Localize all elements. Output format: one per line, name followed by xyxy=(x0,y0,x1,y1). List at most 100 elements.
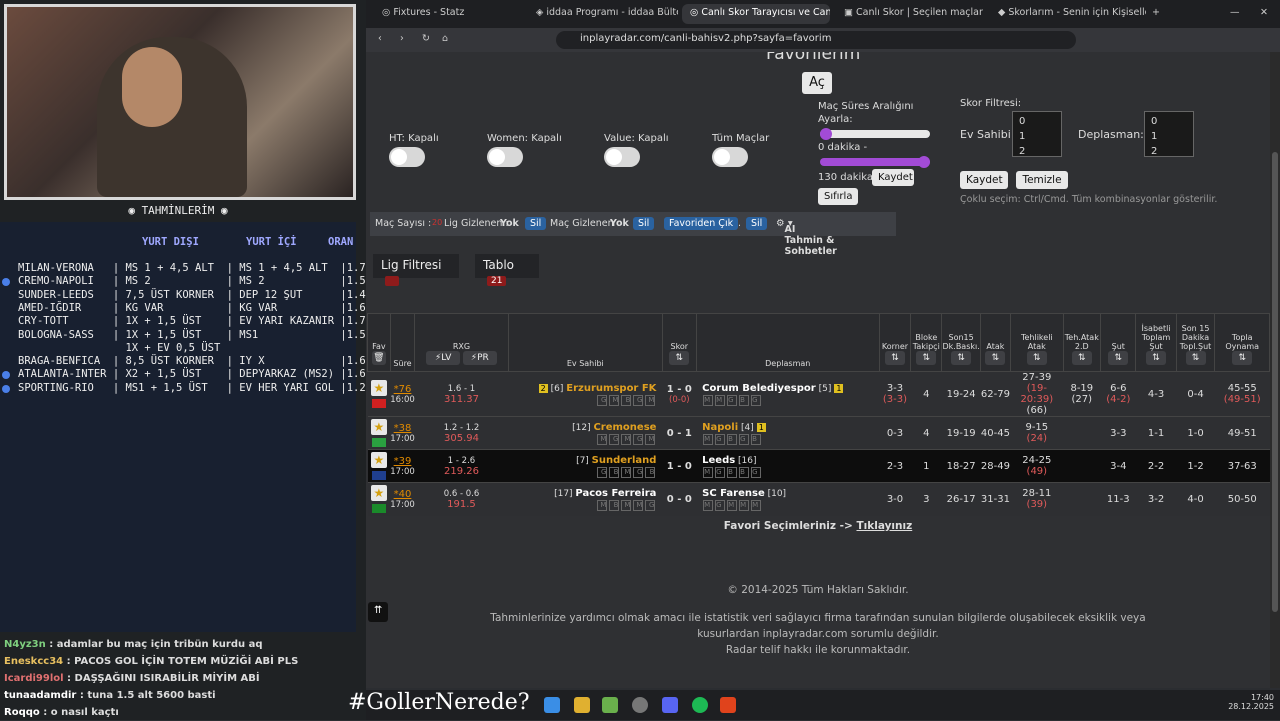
sort-score-button[interactable]: ⇅ xyxy=(669,351,690,365)
new-tab-button[interactable]: + xyxy=(1144,4,1164,24)
league-filter-button[interactable]: Lig Filtresi xyxy=(373,254,459,286)
home-icon[interactable]: ⌂ xyxy=(434,30,454,50)
windows-start-icon[interactable] xyxy=(544,697,560,713)
form-badge: M xyxy=(645,394,656,406)
block-cell: 4 xyxy=(910,371,942,417)
sort-pr-button[interactable]: ⚡PR xyxy=(462,351,497,365)
sort-son15-button[interactable]: ⇅ xyxy=(951,351,972,365)
file-explorer-icon[interactable] xyxy=(574,697,590,713)
form-badge: B xyxy=(739,394,750,406)
matches-table: Fav 🗑 Süre RXG ⚡LV ⚡PR Ev Sahibi Skor ⇅ Dep… xyxy=(367,313,1270,516)
away-team-name[interactable]: SC Farense xyxy=(702,488,765,499)
save-range-button[interactable]: Kaydet xyxy=(872,169,914,186)
favorite-star-icon[interactable]: ★ xyxy=(370,419,387,435)
tab-skorlarim[interactable]: ◆ Skorlarım - Senin için Kişiselleştiri xyxy=(990,4,1146,24)
sort-corner-button[interactable]: ⇅ xyxy=(884,351,905,365)
home-team-name[interactable]: Sunderland xyxy=(592,455,657,466)
back-icon[interactable]: ‹ xyxy=(370,30,390,50)
tab-iddaa[interactable]: ◈ iddaa Programı - iddaa Bülteni | id xyxy=(528,4,678,24)
min-slider[interactable] xyxy=(820,130,930,138)
match-row[interactable]: ★ *39 17:00 1 - 2.6 219.26 [7] Sunderland G B M G… xyxy=(367,449,1270,483)
shot-cell: 11-3 xyxy=(1100,482,1136,516)
flag-icon xyxy=(371,438,386,447)
cell-value: 27-39 xyxy=(1022,372,1052,383)
chat-username[interactable]: Icardi99lol xyxy=(4,673,64,684)
reload-icon[interactable]: ↻ xyxy=(414,30,434,50)
cell-value: 50-50 xyxy=(1227,493,1257,505)
home-score-select[interactable]: 012 xyxy=(1012,111,1062,157)
away-team-name[interactable]: Napoli xyxy=(702,422,738,433)
tab-canli-skor[interactable]: ◎ Canlı Skor Tarayıcısı ve Canlı S ✕ xyxy=(682,4,830,24)
reset-button[interactable]: Sıfırla xyxy=(818,188,858,205)
brave-icon[interactable] xyxy=(720,697,736,713)
sort-lv-button[interactable]: ⚡LV xyxy=(426,351,461,365)
sort-last15-button[interactable]: ⇅ xyxy=(1185,351,1206,365)
fav-cell: ★ xyxy=(367,482,391,516)
away-team-name[interactable]: Leeds xyxy=(702,455,735,466)
chat-username[interactable]: Eneskcc34 xyxy=(4,656,63,667)
chat-username[interactable]: Roqqo xyxy=(4,707,40,718)
home-team-name[interactable]: Pacos Ferreira xyxy=(575,488,656,499)
save-score-button[interactable]: Kaydet xyxy=(960,171,1008,189)
favorites-link[interactable]: Tıklayınız xyxy=(856,520,912,532)
match-row[interactable]: ★ *40 17:00 0.6 - 0.6 191.5 [17] Pacos Ferrei… xyxy=(367,482,1270,516)
away-score-select[interactable]: 012 xyxy=(1144,111,1194,157)
obs-icon[interactable] xyxy=(632,697,648,713)
cell-value: 37-63 xyxy=(1227,460,1257,472)
sort-shot-button[interactable]: ⇅ xyxy=(1108,351,1129,365)
table-button[interactable]: Tablo21 xyxy=(475,254,539,286)
open-button[interactable]: Aç xyxy=(802,72,832,94)
max-slider[interactable] xyxy=(820,158,930,166)
forward-icon[interactable]: › xyxy=(392,30,412,50)
min-slider-knob[interactable] xyxy=(820,128,832,140)
match-row[interactable]: ★ *38 17:00 1.2 - 1.2 305.94 [12] Cremonese M G… xyxy=(367,416,1270,450)
sort-teh2-button[interactable]: ⇅ xyxy=(1071,351,1092,365)
women-toggle[interactable] xyxy=(487,147,523,167)
clear-favorites-button[interactable]: Sil xyxy=(746,217,768,230)
minimize-button[interactable]: — xyxy=(1222,4,1242,24)
rxg-value: 0.6 - 0.6 xyxy=(443,488,480,499)
page-scrollbar[interactable] xyxy=(1270,52,1280,688)
live-minute-link[interactable]: *39 xyxy=(390,456,415,467)
tab-fixtures[interactable]: ◎ Fixtures - Statz xyxy=(374,4,524,24)
clear-match-button[interactable]: Sil xyxy=(633,217,655,230)
favorite-star-icon[interactable]: ★ xyxy=(370,452,387,468)
tab-secilen[interactable]: ▣ Canlı Skor | Seçilen maçlar için ca xyxy=(836,4,984,24)
close-window-button[interactable]: ✕ xyxy=(1252,4,1276,24)
clear-league-button[interactable]: Sil xyxy=(525,217,547,230)
live-minute-link[interactable]: *40 xyxy=(390,489,415,500)
ht-toggle[interactable] xyxy=(389,147,425,167)
ai-dropdown[interactable]: ⚙ AI Tahmin & Sohbetler ▾ xyxy=(776,218,837,257)
match-row[interactable]: ★ *76 16:00 1.6 - 1 311.37 2 [6] Erzurumspor F… xyxy=(367,371,1270,417)
app-icon[interactable] xyxy=(602,697,618,713)
all-matches-toggle[interactable] xyxy=(712,147,748,167)
chat-username[interactable]: tunaadamdir xyxy=(4,690,76,701)
clear-button[interactable]: Temizle xyxy=(1016,171,1068,189)
home-team-name[interactable]: Cremonese xyxy=(593,422,656,433)
sort-danger-button[interactable]: ⇅ xyxy=(1026,351,1047,365)
max-slider-knob[interactable] xyxy=(918,156,930,168)
chat-username[interactable]: N4yz3n xyxy=(4,639,46,650)
sort-ontarget-button[interactable]: ⇅ xyxy=(1146,351,1167,365)
league-hidden-value: Yok xyxy=(500,218,519,229)
son15-cell: 19-19 xyxy=(941,416,981,450)
chat-message: tunaadamdir : tuna 1.5 alt 5600 basti xyxy=(0,687,366,704)
cell-sub-value: (49-51) xyxy=(1223,394,1261,405)
favorite-star-icon[interactable]: ★ xyxy=(370,380,387,396)
discord-icon[interactable] xyxy=(662,697,678,713)
spotify-icon[interactable] xyxy=(692,697,708,713)
value-toggle[interactable] xyxy=(604,147,640,167)
away-team-name[interactable]: Corum Belediyespor xyxy=(702,383,816,394)
live-minute-link[interactable]: *76 xyxy=(390,384,415,395)
home-team-line: [17] Pacos Ferreira xyxy=(508,488,656,499)
sort-attack-button[interactable]: ⇅ xyxy=(985,351,1006,365)
home-team-name[interactable]: Erzurumspor FK xyxy=(566,383,656,394)
favorite-star-icon[interactable]: ★ xyxy=(370,485,387,502)
sort-block-button[interactable]: ⇅ xyxy=(916,351,937,365)
live-minute-link[interactable]: *38 xyxy=(390,423,415,434)
url-input[interactable]: inplayradar.com/canli-bahisv2.php?sayfa=… xyxy=(556,31,1076,49)
sort-poss-button[interactable]: ⇅ xyxy=(1232,351,1253,365)
form-badge: G xyxy=(597,394,608,406)
page-content: Favorilerim Aç HT: Kapalı Women: Kapalı … xyxy=(366,52,1270,688)
remove-favorite-button[interactable]: Favoriden Çık xyxy=(664,217,739,230)
